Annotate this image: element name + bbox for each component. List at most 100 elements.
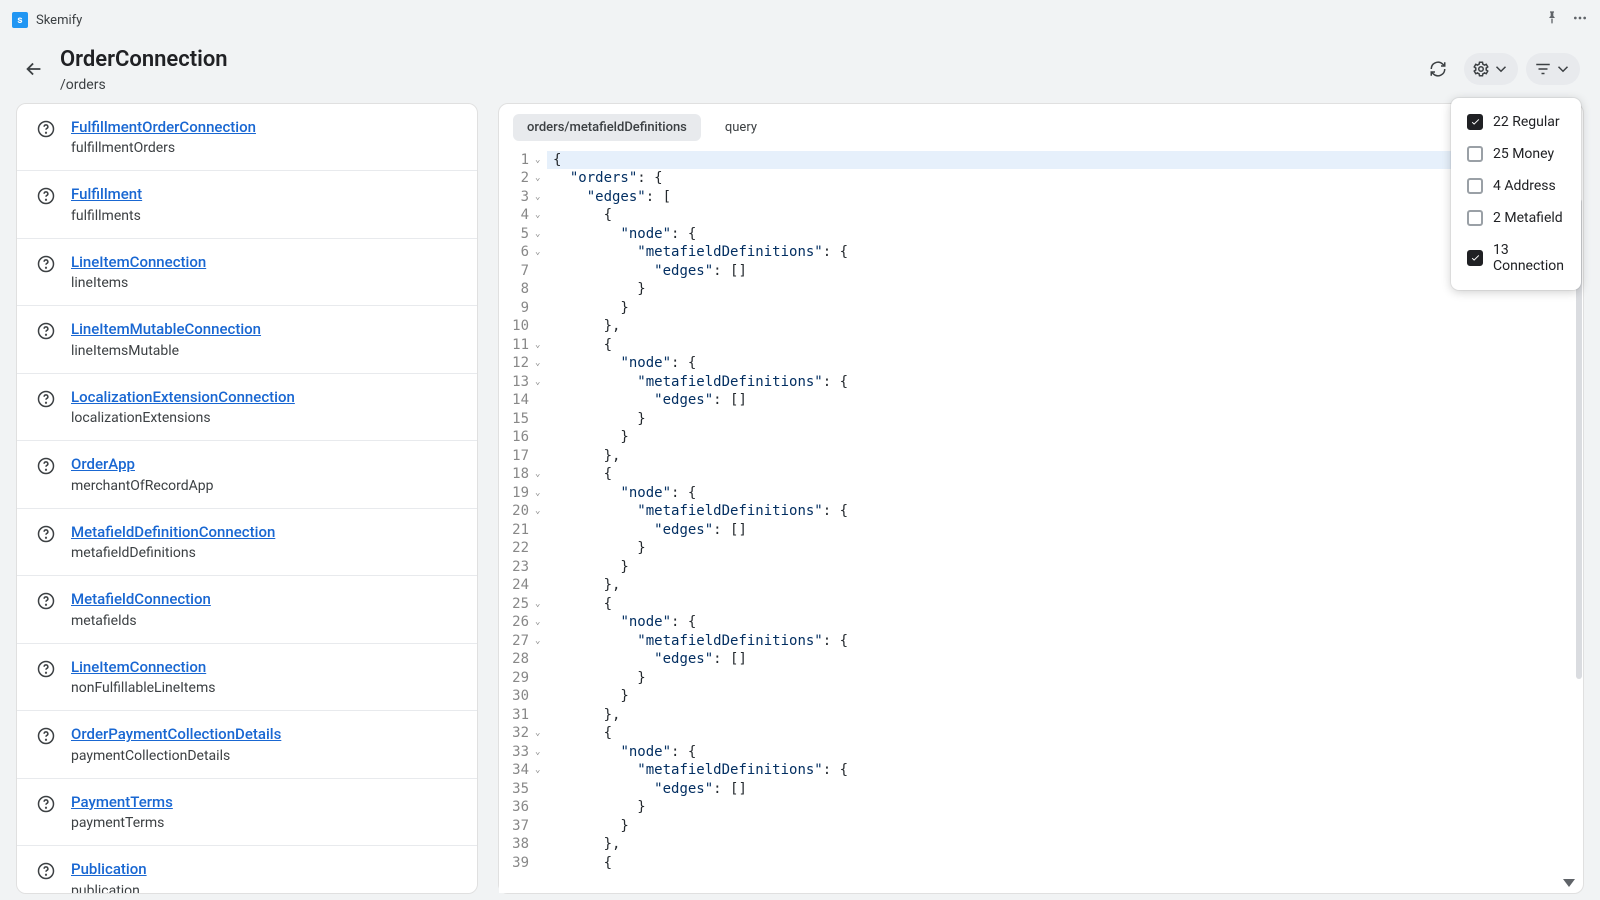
code-line[interactable]: "orders": { [553, 169, 1577, 188]
help-icon[interactable] [37, 658, 55, 682]
code-line[interactable]: } [553, 798, 1577, 817]
field-row[interactable]: Fulfillmentfulfillments [17, 171, 477, 239]
code-line[interactable]: }, [553, 317, 1577, 336]
filter-item[interactable]: 25 Money [1455, 138, 1577, 170]
code-line[interactable]: } [553, 410, 1577, 429]
fields-list[interactable]: FulfillmentOrderConnectionfulfillmentOrd… [16, 103, 478, 894]
code-line[interactable]: }, [553, 835, 1577, 854]
refresh-button[interactable] [1420, 53, 1456, 85]
field-row[interactable]: LineItemConnectionlineItems [17, 239, 477, 307]
code-line[interactable]: "node": { [553, 354, 1577, 373]
code-line[interactable]: { [553, 206, 1577, 225]
code-line[interactable]: "metafieldDefinitions": { [553, 502, 1577, 521]
code-line[interactable]: "node": { [553, 743, 1577, 762]
field-row[interactable]: Publicationpublication [17, 846, 477, 894]
fold-toggle[interactable]: ⌄ [535, 613, 547, 632]
code-line[interactable]: { [553, 465, 1577, 484]
field-type-link[interactable]: LineItemConnection [71, 658, 215, 678]
code-line[interactable]: } [553, 687, 1577, 706]
fold-toggle[interactable]: ⌄ [535, 354, 547, 373]
pin-icon[interactable] [1544, 10, 1560, 30]
help-icon[interactable] [37, 388, 55, 412]
code-line[interactable]: "edges": [] [553, 521, 1577, 540]
field-row[interactable]: MetafieldDefinitionConnectionmetafieldDe… [17, 509, 477, 577]
help-icon[interactable] [37, 320, 55, 344]
help-icon[interactable] [37, 455, 55, 479]
settings-button[interactable] [1464, 53, 1518, 85]
fold-toggle[interactable]: ⌄ [535, 724, 547, 743]
code-line[interactable]: { [547, 151, 1577, 170]
code-line[interactable]: { [553, 336, 1577, 355]
fold-toggle[interactable]: ⌄ [535, 188, 547, 207]
fold-toggle[interactable]: ⌄ [535, 632, 547, 651]
help-icon[interactable] [37, 590, 55, 614]
code-line[interactable]: { [553, 724, 1577, 743]
filter-item[interactable]: 4 Address [1455, 170, 1577, 202]
tab[interactable]: query [711, 114, 771, 141]
code-line[interactable]: "node": { [553, 613, 1577, 632]
fold-toggle[interactable]: ⌄ [535, 502, 547, 521]
fold-toggle[interactable]: ⌄ [535, 761, 547, 780]
field-row[interactable]: PaymentTermspaymentTerms [17, 779, 477, 847]
code-line[interactable]: } [553, 558, 1577, 577]
code-line[interactable]: "node": { [553, 484, 1577, 503]
field-type-link[interactable]: FulfillmentOrderConnection [71, 118, 256, 138]
field-type-link[interactable]: OrderPaymentCollectionDetails [71, 725, 281, 745]
fold-toggle[interactable]: ⌄ [535, 225, 547, 244]
code-line[interactable]: { [553, 854, 1577, 873]
field-row[interactable]: OrderAppmerchantOfRecordApp [17, 441, 477, 509]
field-type-link[interactable]: OrderApp [71, 455, 214, 475]
fold-toggle[interactable]: ⌄ [535, 206, 547, 225]
field-type-link[interactable]: Publication [71, 860, 147, 880]
filter-item[interactable]: 2 Metafield [1455, 202, 1577, 234]
field-type-link[interactable]: PaymentTerms [71, 793, 173, 813]
fold-toggle[interactable]: ⌄ [535, 243, 547, 262]
code-line[interactable]: } [553, 280, 1577, 299]
code-line[interactable]: "edges": [] [553, 391, 1577, 410]
more-icon[interactable] [1572, 10, 1588, 30]
code-line[interactable]: } [553, 299, 1577, 318]
field-row[interactable]: FulfillmentOrderConnectionfulfillmentOrd… [17, 104, 477, 172]
help-icon[interactable] [37, 793, 55, 817]
fold-toggle[interactable]: ⌄ [535, 743, 547, 762]
filter-item[interactable]: 22 Regular [1455, 106, 1577, 138]
fold-toggle[interactable]: ⌄ [535, 373, 547, 392]
fold-toggle[interactable]: ⌄ [535, 151, 547, 170]
field-type-link[interactable]: Fulfillment [71, 185, 142, 205]
scrollbar-expand-icon[interactable] [1563, 879, 1575, 887]
help-icon[interactable] [37, 860, 55, 884]
fold-toggle[interactable]: ⌄ [535, 484, 547, 503]
field-type-link[interactable]: MetafieldDefinitionConnection [71, 523, 275, 543]
tab[interactable]: orders/metafieldDefinitions [513, 114, 701, 141]
field-row[interactable]: LineItemMutableConnectionlineItemsMutabl… [17, 306, 477, 374]
filter-button[interactable] [1526, 53, 1580, 85]
field-row[interactable]: MetafieldConnectionmetafields [17, 576, 477, 644]
code-line[interactable]: }, [553, 576, 1577, 595]
field-type-link[interactable]: MetafieldConnection [71, 590, 211, 610]
fold-toggle[interactable]: ⌄ [535, 595, 547, 614]
code-line[interactable]: "edges": [] [553, 262, 1577, 281]
fold-toggle[interactable]: ⌄ [535, 169, 547, 188]
code-line[interactable]: }, [553, 447, 1577, 466]
code-editor[interactable]: 1234567891011121314151617181920212223242… [499, 149, 1583, 893]
checkbox-icon[interactable] [1467, 114, 1483, 130]
code-line[interactable]: "edges": [] [553, 650, 1577, 669]
help-icon[interactable] [37, 185, 55, 209]
field-row[interactable]: OrderPaymentCollectionDetailspaymentColl… [17, 711, 477, 779]
field-row[interactable]: LineItemConnectionnonFulfillableLineItem… [17, 644, 477, 712]
code-line[interactable]: { [553, 595, 1577, 614]
code-line[interactable]: } [553, 669, 1577, 688]
fold-toggle[interactable]: ⌄ [535, 465, 547, 484]
code-line[interactable]: } [553, 539, 1577, 558]
field-type-link[interactable]: LineItemConnection [71, 253, 206, 273]
checkbox-icon[interactable] [1467, 250, 1483, 266]
field-type-link[interactable]: LocalizationExtensionConnection [71, 388, 295, 408]
code-line[interactable]: }, [553, 706, 1577, 725]
code-line[interactable]: "metafieldDefinitions": { [553, 761, 1577, 780]
checkbox-icon[interactable] [1467, 146, 1483, 162]
help-icon[interactable] [37, 725, 55, 749]
code-line[interactable]: "node": { [553, 225, 1577, 244]
help-icon[interactable] [37, 523, 55, 547]
help-icon[interactable] [37, 253, 55, 277]
field-type-link[interactable]: LineItemMutableConnection [71, 320, 261, 340]
